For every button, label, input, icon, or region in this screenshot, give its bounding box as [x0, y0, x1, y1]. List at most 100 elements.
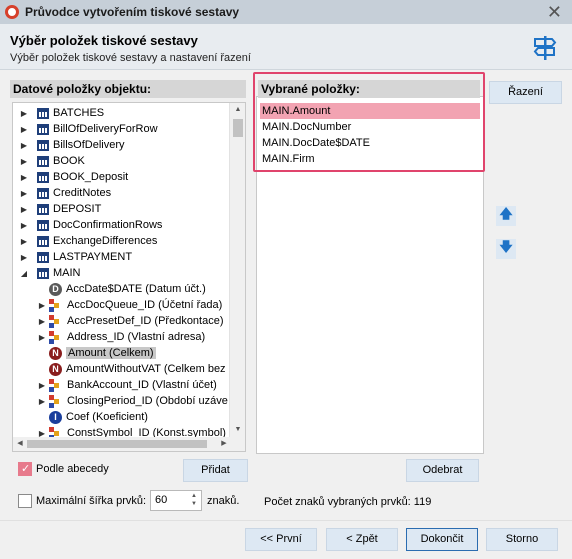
tree-row[interactable]: ▶ AccDocQueue_ID (Účetní řada)	[37, 297, 222, 313]
selected-list-item[interactable]: MAIN.Amount	[260, 103, 480, 119]
tree-row[interactable]: I Coef (Koeficient)	[37, 409, 148, 425]
scroll-left-icon[interactable]: ◀	[13, 437, 27, 451]
tree-row[interactable]: ▶ CreditNotes	[19, 185, 111, 201]
back-button[interactable]: < Zpět	[326, 528, 398, 551]
expand-icon[interactable]: ▶	[19, 221, 29, 230]
expand-icon[interactable]: ▶	[37, 317, 47, 326]
scrollbar-thumb[interactable]	[233, 119, 243, 137]
tree-row[interactable]: ▶ LASTPAYMENT	[19, 249, 132, 265]
tree-row[interactable]: N AmountWithoutVAT (Celkem bez	[37, 361, 226, 377]
tree-row[interactable]: ◢ MAIN	[19, 265, 81, 281]
tree-row[interactable]: ▶ DocConfirmationRows	[19, 217, 163, 233]
close-icon[interactable]: ✕	[547, 2, 562, 22]
table-icon	[37, 251, 49, 263]
tree-row[interactable]: ▶ DEPOSIT	[19, 201, 101, 217]
tree-row[interactable]: ▶ Address_ID (Vlastní adresa)	[37, 329, 205, 345]
tree-item-label[interactable]: ExchangeDifferences	[53, 235, 157, 247]
tree-item-label[interactable]: MAIN	[53, 267, 81, 279]
max-width-spinner[interactable]: 60 ▲ ▼	[150, 490, 202, 511]
expand-icon[interactable]: ▶	[37, 301, 47, 310]
tree-row[interactable]: D AccDate$DATE (Datum účt.)	[37, 281, 206, 297]
expand-icon[interactable]: ▶	[19, 189, 29, 198]
tree-item-label[interactable]: BankAccount_ID (Vlastní účet)	[67, 379, 217, 391]
tree-row[interactable]: ▶ BATCHES	[19, 105, 104, 121]
tree-item-label[interactable]: LASTPAYMENT	[53, 251, 132, 263]
first-button[interactable]: << První	[245, 528, 317, 551]
scroll-up-icon[interactable]: ▲	[230, 103, 245, 117]
remove-button[interactable]: Odebrat	[406, 459, 479, 482]
tree-item-label[interactable]: ClosingPeriod_ID (Období uzáve	[67, 395, 228, 407]
expand-icon[interactable]: ▶	[19, 253, 29, 262]
selected-items-list[interactable]: MAIN.Amount MAIN.DocNumber MAIN.DocDate$DA…	[256, 96, 484, 454]
table-icon	[37, 187, 49, 199]
scrollbar-thumb[interactable]	[27, 440, 207, 448]
tree-item-label[interactable]: BOOK_Deposit	[53, 171, 128, 183]
expand-icon[interactable]: ◢	[19, 269, 29, 278]
tree-item-label[interactable]: BillOfDeliveryForRow	[53, 123, 158, 135]
selected-list-item[interactable]: MAIN.Firm	[260, 151, 480, 167]
tree-row[interactable]: ▶ BankAccount_ID (Vlastní účet)	[37, 377, 217, 393]
tree-item-label[interactable]: Coef (Koeficient)	[66, 411, 148, 423]
available-items-tree[interactable]: ▶ BATCHES ▶ BillOfDeliveryForRow ▶ BillsOfDel…	[12, 102, 246, 452]
tree-item-label[interactable]: DEPOSIT	[53, 203, 101, 215]
title-bar: Průvodce vytvořením tiskové sestavy ✕	[0, 0, 572, 24]
spin-up-icon[interactable]: ▲	[188, 492, 200, 500]
tree-row[interactable]: ▶ ExchangeDifferences	[19, 233, 157, 249]
tree-item-label[interactable]: DocConfirmationRows	[53, 219, 162, 231]
expand-icon[interactable]: ▶	[19, 125, 29, 134]
tree-item-label[interactable]: BATCHES	[53, 107, 104, 119]
expand-icon[interactable]: ▶	[37, 333, 47, 342]
max-width-unit: znaků.	[207, 495, 240, 507]
tree-row[interactable]: ▶ AccPresetDef_ID (Předkontace)	[37, 313, 224, 329]
table-icon	[37, 155, 49, 167]
cancel-button[interactable]: Storno	[486, 528, 558, 551]
selected-list-item[interactable]: MAIN.DocNumber	[260, 119, 480, 135]
page-title: Výběr položek tiskové sestavy	[10, 33, 198, 48]
expand-icon[interactable]: ▶	[19, 109, 29, 118]
page-subtitle: Výběr položek tiskové sestavy a nastaven…	[10, 52, 251, 64]
scroll-down-icon[interactable]: ▼	[230, 423, 245, 437]
expand-icon[interactable]: ▶	[19, 173, 29, 182]
tree-row[interactable]: ▶ BOOK_Deposit	[19, 169, 128, 185]
tree-item-label[interactable]: BillsOfDelivery	[53, 139, 125, 151]
tree-row[interactable]: N Amount (Celkem)	[37, 345, 156, 361]
table-icon	[37, 171, 49, 183]
max-width-label: Maximální šířka prvků:	[36, 495, 147, 507]
add-button[interactable]: Přidat	[183, 459, 248, 482]
tree-item-label[interactable]: Address_ID (Vlastní adresa)	[67, 331, 205, 343]
alphabetical-checkbox[interactable]	[18, 462, 32, 476]
tree-item-label[interactable]: AccDocQueue_ID (Účetní řada)	[67, 299, 222, 311]
scroll-right-icon[interactable]: ▶	[217, 437, 231, 451]
tree-row[interactable]: ▶ BOOK	[19, 153, 85, 169]
tree-row[interactable]: ▶ BillOfDeliveryForRow	[19, 121, 158, 137]
selected-list-item[interactable]: MAIN.DocDate$DATE	[260, 135, 480, 151]
tree-row[interactable]: ▶ BillsOfDelivery	[19, 137, 125, 153]
max-width-value[interactable]: 60	[155, 494, 167, 506]
expand-icon[interactable]: ▶	[37, 381, 47, 390]
relation-icon	[49, 314, 63, 328]
move-up-button[interactable]: 🡅	[496, 206, 516, 226]
available-items-label: Datové položky objektu:	[10, 80, 246, 98]
finish-button[interactable]: Dokončit	[406, 528, 478, 551]
tree-item-label[interactable]: AccDate$DATE (Datum účt.)	[66, 283, 206, 295]
tree-item-label[interactable]: BOOK	[53, 155, 85, 167]
tree-vertical-scrollbar[interactable]: ▲ ▼	[229, 103, 245, 451]
tree-row[interactable]: ▶ ClosingPeriod_ID (Období uzáve	[37, 393, 228, 409]
spin-down-icon[interactable]: ▼	[188, 500, 200, 508]
tree-item-label[interactable]: AmountWithoutVAT (Celkem bez	[66, 363, 226, 375]
expand-icon[interactable]: ▶	[37, 397, 47, 406]
tree-item-label[interactable]: AccPresetDef_ID (Předkontace)	[67, 315, 224, 327]
expand-icon[interactable]: ▶	[19, 237, 29, 246]
tree-horizontal-scrollbar[interactable]: ◀ ▶	[13, 437, 231, 451]
max-width-checkbox[interactable]	[18, 494, 32, 508]
char-count-text: Počet znaků vybraných prvků: 119	[264, 496, 432, 508]
tree-item-label[interactable]: Amount (Celkem)	[66, 347, 156, 359]
sort-button[interactable]: Řazení	[489, 81, 562, 104]
expand-icon[interactable]: ▶	[19, 157, 29, 166]
tree-item-label[interactable]: CreditNotes	[53, 187, 111, 199]
expand-icon[interactable]: ▶	[19, 205, 29, 214]
move-down-button[interactable]: 🡇	[496, 239, 516, 259]
number-field-icon: N	[49, 346, 62, 360]
spinner-arrows[interactable]: ▲ ▼	[188, 492, 200, 509]
expand-icon[interactable]: ▶	[19, 141, 29, 150]
